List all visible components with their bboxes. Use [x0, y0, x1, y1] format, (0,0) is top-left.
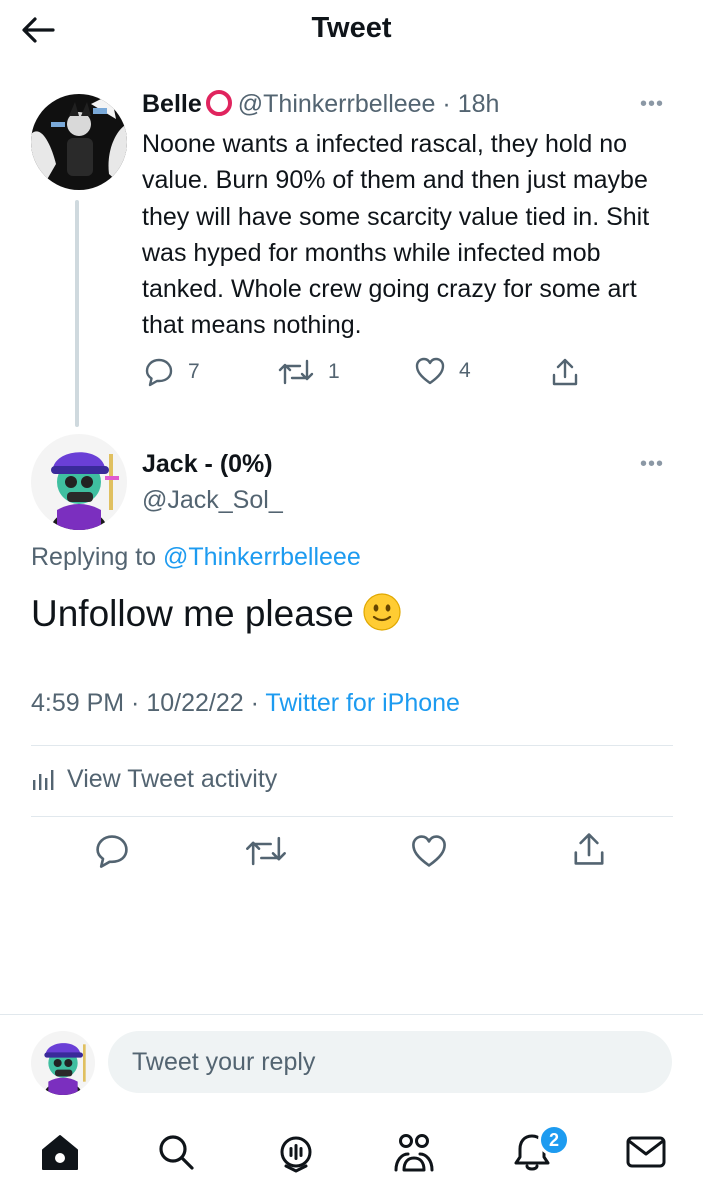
main-tweet-text: Unfollow me please [31, 592, 402, 635]
circle-badge-icon [205, 90, 232, 116]
more-horizontal-icon: ••• [640, 93, 665, 115]
reply-count: 7 [188, 360, 200, 383]
tweet-time: 4:59 PM [31, 689, 125, 717]
thread-line [75, 200, 79, 427]
retweet-icon [278, 359, 314, 385]
notification-badge: 2 [538, 1124, 570, 1156]
retweet-button[interactable] [245, 833, 287, 869]
parent-tweet-header: Belle @Thinkerrbelleee · 18h [142, 90, 499, 119]
envelope-icon [626, 1136, 666, 1168]
replying-prefix: Replying to [31, 543, 157, 571]
separator-dot: · [124, 689, 147, 717]
reply-button[interactable]: 7 [144, 357, 200, 387]
activity-label: View Tweet activity [67, 765, 278, 793]
like-button[interactable] [411, 834, 447, 868]
like-count: 4 [459, 359, 471, 382]
tweet-source-link[interactable]: Twitter for iPhone [265, 689, 460, 717]
author-name[interactable]: Jack - (0%) [142, 450, 273, 479]
speech-bubble-icon [145, 358, 173, 387]
share-button[interactable] [571, 831, 607, 867]
slightly-smiling-face-icon [363, 593, 401, 631]
tab-communities[interactable] [390, 1128, 438, 1176]
tab-home[interactable] [36, 1128, 84, 1176]
more-horizontal-icon: ••• [640, 453, 665, 475]
my-avatar[interactable] [31, 1031, 95, 1095]
bar-chart-icon [33, 769, 54, 790]
separator-dot: · [243, 689, 266, 717]
replying-to: Replying to @Thinkerrbelleee [31, 543, 361, 572]
tweet-time[interactable]: 18h [458, 90, 500, 118]
page-title: Tweet [311, 12, 392, 44]
retweet-icon [246, 836, 286, 866]
tab-spaces[interactable] [272, 1128, 320, 1176]
avatar[interactable] [31, 434, 127, 530]
tab-search[interactable] [152, 1128, 200, 1176]
tweet-date: 10/22/22 [146, 689, 244, 717]
tweet-text: Unfollow me please [31, 593, 354, 634]
home-icon [42, 1135, 78, 1170]
spaces-icon [280, 1136, 312, 1173]
share-icon [552, 358, 578, 386]
heart-icon [412, 835, 446, 867]
tweet-meta: 4:59 PM · 10/22/22 · Twitter for iPhone [31, 689, 460, 718]
divider [31, 745, 673, 746]
more-options-button[interactable]: ••• [640, 453, 664, 476]
divider [31, 816, 673, 817]
avatar[interactable] [31, 94, 127, 190]
separator-dot: · [435, 90, 458, 118]
search-icon [159, 1135, 194, 1170]
view-tweet-activity-button[interactable]: View Tweet activity [31, 765, 277, 794]
communities-icon [394, 1134, 434, 1172]
share-icon [574, 833, 604, 865]
tweet-text: Noone wants a infected rascal, they hold… [142, 130, 650, 340]
share-button[interactable] [550, 357, 580, 387]
tab-messages[interactable] [622, 1128, 670, 1176]
author-handle[interactable]: @Thinkerrbelleee [238, 90, 436, 118]
author-name[interactable]: Belle [142, 90, 202, 118]
like-button[interactable]: 4 [415, 357, 471, 385]
reply-input[interactable] [108, 1031, 672, 1093]
retweet-count: 1 [328, 360, 340, 383]
author-handle[interactable]: @Jack_Sol_ [142, 486, 283, 515]
replying-to-link[interactable]: @Thinkerrbelleee [163, 543, 361, 571]
divider [0, 1014, 703, 1015]
retweet-button[interactable]: 1 [278, 357, 340, 387]
heart-icon [415, 357, 445, 385]
speech-bubble-icon [96, 835, 128, 868]
header: Tweet [0, 0, 703, 62]
more-options-button[interactable]: ••• [640, 93, 664, 116]
reply-button[interactable] [94, 833, 130, 869]
